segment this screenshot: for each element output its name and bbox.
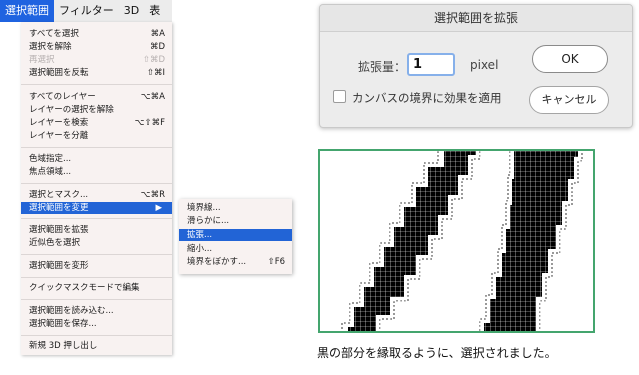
menu-item-similar[interactable]: 近似色を選択 bbox=[21, 237, 172, 249]
menu-item-label: クイックマスクモードで編集 bbox=[29, 283, 140, 293]
menu-item-inverse[interactable]: 選択範囲を反転 ⇧⌘I bbox=[21, 67, 172, 79]
menu-item-label: 色域指定... bbox=[29, 154, 72, 164]
submenu-item-feather[interactable]: 境界をぼかす... ⇧F6 bbox=[179, 256, 292, 268]
submenu-item-smooth[interactable]: 滑らかに... bbox=[179, 215, 292, 227]
menubar-item-view[interactable]: 表 bbox=[144, 0, 165, 22]
menu-item-isolate-layers[interactable]: レイヤーを分離 bbox=[21, 130, 172, 142]
menu-item-label: 境界をぼかす... bbox=[187, 257, 247, 267]
menu-separator bbox=[21, 277, 172, 278]
menu-item-all-layers[interactable]: すべてのレイヤー ⌥⌘A bbox=[21, 91, 172, 103]
dialog-title: 選択範囲を拡張 bbox=[320, 5, 632, 32]
ok-button[interactable]: OK bbox=[532, 45, 608, 73]
menu-item-select-all[interactable]: すべてを選択 ⌘A bbox=[21, 28, 172, 40]
menu-item-select-and-mask[interactable]: 選択とマスク... ⌥⌘R bbox=[21, 189, 172, 201]
menu-item-shortcut: ⌘D bbox=[149, 42, 165, 52]
menu-item-save-selection[interactable]: 選択範囲を保存... bbox=[21, 318, 172, 330]
menu-item-label: 選択範囲を変形 bbox=[29, 261, 89, 271]
menu-item-label: 選択範囲を拡張 bbox=[29, 225, 89, 235]
expand-selection-dialog: 選択範囲を拡張 拡張量： pixel カンバスの境界に効果を適用 OK キャンセ… bbox=[319, 4, 633, 128]
menu-item-label: 縮小... bbox=[187, 244, 213, 254]
submenu-item-border[interactable]: 境界線... bbox=[179, 202, 292, 214]
submenu-item-contract[interactable]: 縮小... bbox=[179, 243, 292, 255]
expand-amount-input[interactable] bbox=[407, 53, 455, 76]
menu-item-focus-area[interactable]: 焦点領域... bbox=[21, 166, 172, 178]
selection-illustration bbox=[318, 149, 595, 333]
menu-item-grow[interactable]: 選択範囲を拡張 bbox=[21, 224, 172, 236]
menu-item-label: すべてのレイヤー bbox=[29, 92, 96, 102]
expanded-selection-image bbox=[320, 151, 593, 331]
illustration-caption: 黒の部分を縁取るように、選択されました。 bbox=[317, 346, 557, 360]
menu-item-label: 選択範囲を保存... bbox=[29, 319, 97, 329]
menubar-item-3d[interactable]: 3D bbox=[119, 0, 144, 22]
menu-item-label: 拡張... bbox=[187, 230, 213, 240]
menu-item-label: 選択を解除 bbox=[29, 42, 72, 52]
menu-item-new-3d-extrusion[interactable]: 新規 3D 押し出し bbox=[21, 340, 172, 352]
menu-item-shortcut: ⌥⌘R bbox=[140, 190, 165, 200]
menu-separator bbox=[21, 335, 172, 336]
menu-item-shortcut: ⇧⌘D bbox=[142, 55, 165, 65]
menu-item-shortcut: ⌥⇧⌘F bbox=[134, 118, 165, 128]
menubar-item-select[interactable]: 選択範囲 bbox=[0, 0, 54, 22]
menu-item-transform-selection[interactable]: 選択範囲を変形 bbox=[21, 260, 172, 272]
menu-item-shortcut: ⌥⌘A bbox=[140, 92, 165, 102]
menu-separator bbox=[21, 299, 172, 300]
menu-bar: 選択範囲 フィルター 3D 表 bbox=[0, 0, 172, 22]
apply-canvas-bounds-label[interactable]: カンバスの境界に効果を適用 bbox=[352, 90, 502, 106]
menu-item-label: 焦点領域... bbox=[29, 167, 72, 177]
modify-submenu: 境界線... 滑らかに... 拡張... 縮小... 境界をぼかす... ⇧F6 bbox=[179, 199, 292, 274]
menu-separator bbox=[21, 147, 172, 148]
menu-item-label: 選択範囲を反転 bbox=[29, 68, 89, 78]
submenu-arrow-icon: ▶ bbox=[155, 203, 162, 213]
menu-item-shortcut: ⌘A bbox=[150, 29, 165, 39]
menu-item-label: レイヤーの選択を解除 bbox=[29, 105, 114, 115]
menu-item-find-layers[interactable]: レイヤーを検索 ⌥⇧⌘F bbox=[21, 117, 172, 129]
menu-item-deselect-layers[interactable]: レイヤーの選択を解除 bbox=[21, 104, 172, 116]
menu-item-shortcut: ⇧F6 bbox=[267, 257, 285, 267]
menu-item-shortcut: ⇧⌘I bbox=[146, 68, 165, 78]
menu-item-deselect[interactable]: 選択を解除 ⌘D bbox=[21, 41, 172, 53]
menu-item-label: 選択範囲を変更 bbox=[29, 203, 89, 213]
expand-amount-label: 拡張量： bbox=[358, 60, 407, 74]
menu-item-reselect: 再選択 ⇧⌘D bbox=[21, 54, 172, 66]
pixel-grid bbox=[320, 151, 593, 331]
menu-separator bbox=[21, 183, 172, 184]
menu-item-load-selection[interactable]: 選択範囲を読み込む... bbox=[21, 305, 172, 317]
menu-item-label: すべてを選択 bbox=[29, 29, 79, 39]
menu-item-quick-mask[interactable]: クイックマスクモードで編集 bbox=[21, 282, 172, 294]
menu-item-label: レイヤーを分離 bbox=[29, 131, 89, 141]
menu-item-label: 再選択 bbox=[29, 55, 55, 65]
menu-item-label: 近似色を選択 bbox=[29, 238, 81, 248]
menu-item-label: 選択範囲を読み込む... bbox=[29, 306, 114, 316]
submenu-item-expand[interactable]: 拡張... bbox=[179, 229, 292, 241]
cancel-button[interactable]: キャンセル bbox=[529, 86, 609, 114]
menu-separator bbox=[21, 254, 172, 255]
menu-item-label: 境界線... bbox=[187, 203, 221, 213]
menu-item-label: 滑らかに... bbox=[187, 216, 230, 226]
unit-label: pixel bbox=[470, 58, 499, 72]
menu-item-color-range[interactable]: 色域指定... bbox=[21, 153, 172, 165]
menu-item-label: レイヤーを検索 bbox=[29, 118, 89, 128]
menu-item-label: 選択とマスク... bbox=[29, 190, 89, 200]
menubar-item-filter[interactable]: フィルター bbox=[54, 0, 119, 22]
select-menu: すべてを選択 ⌘A 選択を解除 ⌘D 再選択 ⇧⌘D 選択範囲を反転 ⇧⌘I すべてのレ… bbox=[21, 22, 172, 355]
apply-canvas-bounds-checkbox[interactable] bbox=[333, 90, 346, 103]
menu-item-modify[interactable]: 選択範囲を変更 ▶ bbox=[21, 202, 172, 214]
menu-separator bbox=[21, 218, 172, 219]
menu-separator bbox=[21, 84, 172, 85]
menu-item-label: 新規 3D 押し出し bbox=[29, 341, 98, 351]
